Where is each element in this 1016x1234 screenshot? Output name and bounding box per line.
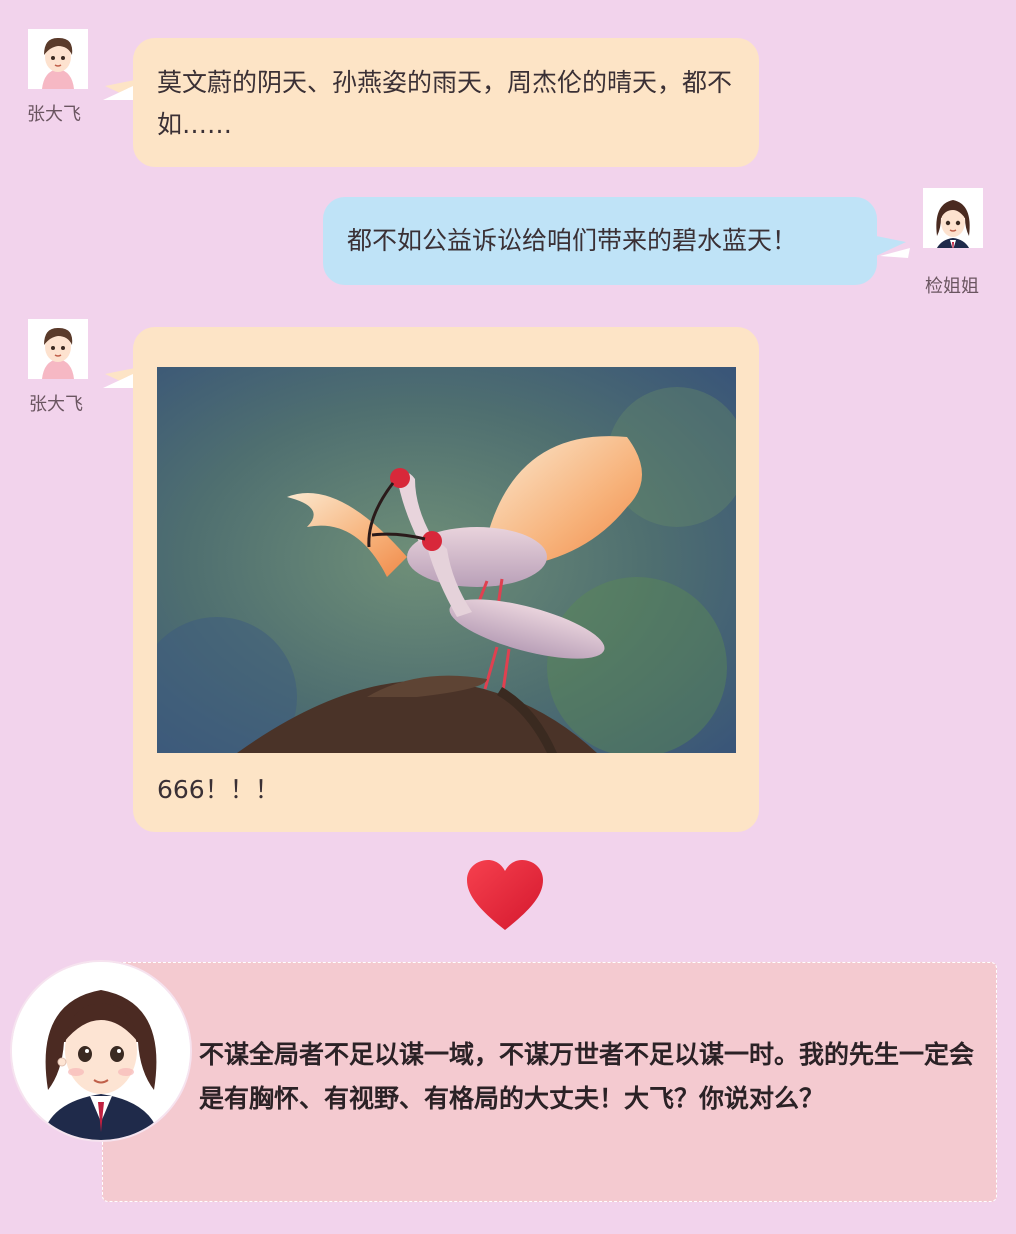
message-bubble[interactable]: 莫文蔚的阴天、孙燕姿的雨天，周杰伦的晴天，都不如……	[133, 38, 759, 167]
sender-name: 张大飞	[27, 104, 81, 125]
message-text: 莫文蔚的阴天、孙燕姿的雨天，周杰伦的晴天，都不如……	[157, 68, 733, 139]
girl-avatar-icon	[923, 188, 983, 248]
sender-name: 张大飞	[29, 394, 83, 415]
message-bubble[interactable]: 666！！！	[133, 327, 759, 832]
quote-text: 不谋全局者不足以谋一域，不谋万世者不足以谋一时。我的先生一定会是有胸怀、有视野、…	[199, 1040, 975, 1113]
heart-icon	[467, 860, 543, 930]
boy-avatar-icon	[28, 29, 88, 89]
bubble-tail	[103, 368, 135, 388]
avatar-zhangdafei[interactable]	[28, 319, 88, 379]
bubble-tail	[876, 236, 910, 258]
message-photo[interactable]	[157, 367, 736, 753]
message-text: 666！！！	[157, 775, 280, 804]
avatar-jianjiejie-large[interactable]	[12, 962, 190, 1140]
avatar-zhangdafei[interactable]	[28, 29, 88, 89]
quote-card: 不谋全局者不足以谋一域，不谋万世者不足以谋一时。我的先生一定会是有胸怀、有视野、…	[102, 962, 997, 1202]
boy-avatar-icon	[28, 319, 88, 379]
ibis-photo-image	[157, 367, 736, 753]
chat-page: 张大飞 莫文蔚的阴天、孙燕姿的雨天，周杰伦的晴天，都不如…… 都不如公益诉讼给咱…	[0, 0, 1016, 1234]
avatar-jianjiejie[interactable]	[923, 188, 983, 248]
message-text: 都不如公益诉讼给咱们带来的碧水蓝天！	[347, 226, 798, 255]
bubble-tail	[103, 80, 135, 100]
sender-name: 检姐姐	[925, 276, 979, 297]
message-bubble[interactable]: 都不如公益诉讼给咱们带来的碧水蓝天！	[323, 197, 877, 285]
girl-avatar-icon	[12, 962, 190, 1140]
